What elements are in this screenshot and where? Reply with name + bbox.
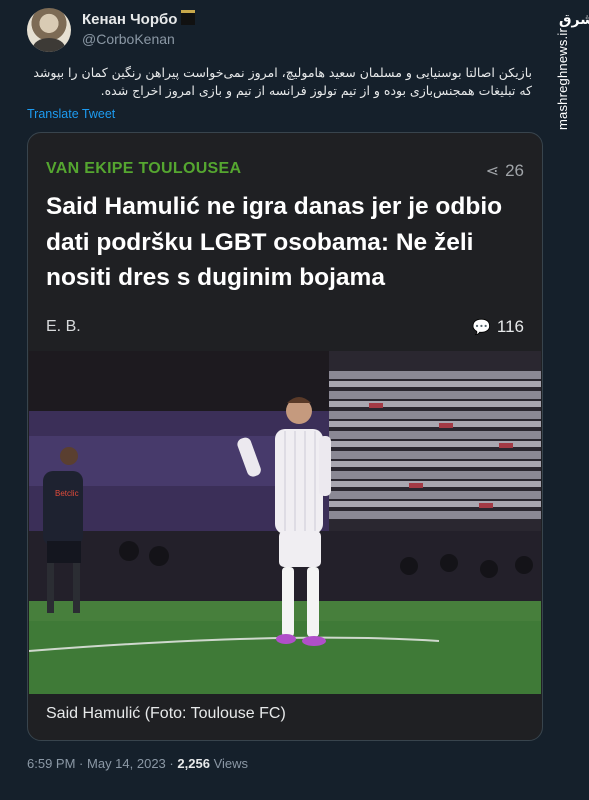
tweet-time[interactable]: 6:59 PM — [27, 756, 75, 771]
meta-separator-2: · — [169, 756, 174, 771]
comment-count-value: 116 — [496, 317, 524, 336]
views-label: Views — [213, 756, 249, 771]
avatar[interactable] — [27, 8, 71, 52]
kaaba-emoji-icon — [181, 10, 196, 25]
translate-tweet-link[interactable]: Translate Tweet — [27, 107, 115, 121]
user-handle[interactable]: @CorboKenan — [82, 31, 175, 47]
comment-count[interactable]: 💬 116 — [472, 317, 524, 337]
display-name[interactable]: Кенан Чорбо — [82, 10, 196, 28]
share-count-value: 26 — [505, 161, 524, 180]
share-icon: ⋖ — [485, 163, 500, 180]
article-card[interactable]: VAN EKIPE TOULOUSEA ⋖ 26 Said Hamulić ne … — [27, 132, 543, 741]
article-author: E. B. — [46, 318, 81, 335]
views-count: 2,256 — [177, 756, 210, 771]
watermark-strip: مشرق mashreghnews.ir — [554, 0, 589, 800]
tweet-date[interactable]: May 14, 2023 — [87, 756, 166, 771]
tweet: Кенан Чорбо @CorboKenan بازیکن اصالتا بو… — [0, 0, 550, 800]
image-caption: Said Hamulić (Foto: Toulouse FC) — [46, 705, 286, 722]
tweet-text: بازیکن اصالتا بوسنیایی و مسلمان سعید هام… — [33, 65, 532, 98]
comments-icon: 💬 — [472, 319, 491, 336]
article-headline: Said Hamulić ne igra danas jer je odbio … — [46, 193, 503, 291]
watermark-url: mashreghnews.ir — [555, 28, 570, 130]
meta-separator-1: · — [79, 756, 84, 771]
ad-board-text: Betclic — [55, 489, 79, 498]
article-kicker: VAN EKIPE TOULOUSEA — [46, 160, 242, 177]
tweet-meta: 6:59 PM · May 14, 2023 · 2,256 Views — [27, 756, 248, 771]
article-photo: Betclic — [29, 351, 541, 694]
display-name-text: Кенан Чорбо — [82, 11, 178, 28]
share-count[interactable]: ⋖ 26 — [486, 161, 524, 181]
